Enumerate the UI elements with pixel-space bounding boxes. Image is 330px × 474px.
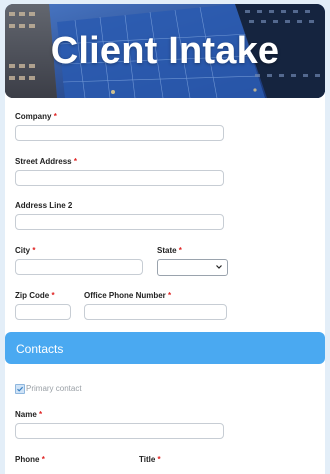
chevron-down-icon	[216, 265, 222, 269]
required-marker: *	[32, 246, 36, 255]
check-icon	[17, 386, 24, 392]
state-select[interactable]	[157, 259, 228, 276]
title-label: Title *	[139, 455, 161, 464]
zip-input[interactable]	[15, 304, 71, 320]
required-marker: *	[53, 112, 57, 121]
phone-label: Phone *	[15, 455, 45, 464]
section-title: Contacts	[16, 342, 64, 356]
state-label: State *	[157, 246, 182, 255]
required-marker: *	[73, 157, 77, 166]
city-input[interactable]	[15, 259, 143, 275]
name-input[interactable]	[15, 423, 224, 439]
address-line2-label-text: Address Line 2	[15, 201, 73, 210]
address-line2-input[interactable]	[15, 214, 224, 230]
required-marker: *	[168, 291, 172, 300]
form-card: Client Intake Company * Street Address *…	[5, 4, 325, 474]
required-marker: *	[178, 246, 182, 255]
required-marker: *	[41, 455, 45, 464]
office-phone-input[interactable]	[84, 304, 227, 320]
primary-contact-checkbox[interactable]	[15, 384, 25, 394]
office-phone-label: Office Phone Number *	[84, 291, 171, 300]
address-line2-label: Address Line 2	[15, 201, 72, 210]
street-address-input[interactable]	[15, 170, 224, 186]
name-label: Name *	[15, 410, 42, 419]
title-label-text: Title	[139, 455, 156, 464]
name-label-text: Name	[15, 410, 37, 419]
required-marker: *	[157, 455, 161, 464]
zip-label: Zip Code *	[15, 291, 55, 300]
phone-label-text: Phone	[15, 455, 40, 464]
street-address-label: Street Address *	[15, 157, 77, 166]
primary-contact-label: Primary contact	[26, 384, 82, 393]
company-input[interactable]	[15, 125, 224, 141]
required-marker: *	[51, 291, 55, 300]
state-label-text: State	[157, 246, 177, 255]
city-label-text: City	[15, 246, 31, 255]
page-title: Client Intake	[50, 30, 280, 72]
company-label-text: Company	[15, 112, 52, 121]
street-address-label-text: Street Address	[15, 157, 72, 166]
contacts-section-header: Contacts	[5, 332, 325, 364]
city-label: City *	[15, 246, 35, 255]
zip-label-text: Zip Code	[15, 291, 50, 300]
office-phone-label-text: Office Phone Number	[84, 291, 166, 300]
header-banner: Client Intake	[5, 4, 325, 98]
company-label: Company *	[15, 112, 57, 121]
required-marker: *	[39, 410, 43, 419]
